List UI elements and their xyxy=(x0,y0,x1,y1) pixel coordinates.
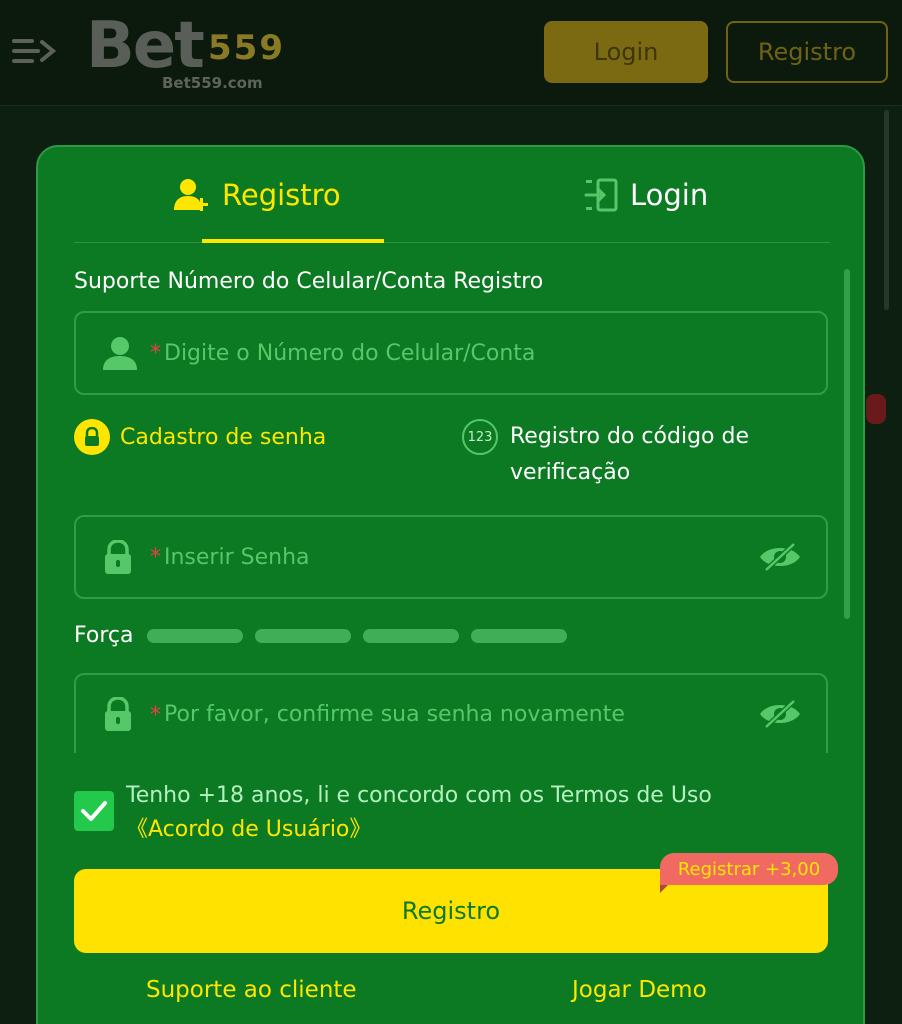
user-icon xyxy=(103,337,137,370)
code-123-icon: 123 xyxy=(462,419,498,455)
play-demo-link[interactable]: Jogar Demo xyxy=(572,977,707,1003)
register-modal: Registro Login Suporte Número do Celular… xyxy=(36,145,865,1024)
strength-bar-3 xyxy=(363,628,460,643)
strength-bar-2 xyxy=(255,628,352,643)
section-label: Suporte Número do Celular/Conta Registro xyxy=(74,269,544,294)
menu-icon[interactable] xyxy=(12,34,56,68)
user-add-icon xyxy=(174,179,208,211)
bonus-badge: Registrar +3,00 xyxy=(660,853,838,893)
required-mark: * xyxy=(150,545,161,570)
header-login-button[interactable]: Login xyxy=(544,21,708,83)
site-logo[interactable]: Bet 559 Bet559.com xyxy=(86,10,326,94)
checkmark-icon xyxy=(81,801,107,821)
strength-bar-4 xyxy=(471,628,568,643)
strength-label: Força xyxy=(74,623,134,648)
user-agreement-link[interactable]: 《Acordo de Usuário》 xyxy=(126,813,371,847)
password-field[interactable]: * Inserir Senha xyxy=(74,515,828,599)
tab-register[interactable]: Registro xyxy=(174,147,341,243)
terms-checkbox[interactable] xyxy=(74,791,114,831)
logo-domain: Bet559.com xyxy=(162,74,263,92)
modal-scrollbar[interactable] xyxy=(844,269,850,619)
lock-circle-icon xyxy=(74,419,110,455)
mode-password-label: Cadastro de senha xyxy=(120,424,327,450)
eye-off-icon[interactable] xyxy=(758,699,802,729)
terms-text: Tenho +18 anos, li e concordo com os Ter… xyxy=(126,783,712,808)
confirm-password-field[interactable]: * Por favor, confirme sua senha novament… xyxy=(74,673,828,753)
account-field[interactable]: * Digite o Número do Celular/Conta xyxy=(74,311,828,395)
password-placeholder: Inserir Senha xyxy=(164,544,310,570)
strength-bar-1 xyxy=(147,628,244,643)
tab-login-label: Login xyxy=(630,178,709,212)
mode-code-label: Registro do código de verificação xyxy=(510,424,749,485)
tab-register-label: Registro xyxy=(222,178,341,212)
required-mark: * xyxy=(150,703,161,728)
logo-digits: 559 xyxy=(208,28,285,68)
login-door-icon xyxy=(584,178,618,212)
header-register-button[interactable]: Registro xyxy=(726,21,888,83)
auth-tabs: Registro Login xyxy=(74,147,830,243)
background-scrollbar xyxy=(884,110,889,310)
customer-support-link[interactable]: Suporte ao cliente xyxy=(146,977,357,1003)
eye-off-icon[interactable] xyxy=(758,542,802,572)
account-placeholder: Digite o Número do Celular/Conta xyxy=(164,340,536,366)
password-strength: Força xyxy=(74,623,568,648)
mode-password-option[interactable]: Cadastro de senha xyxy=(74,419,326,455)
mode-code-option[interactable]: 123 Registro do código de verificação xyxy=(462,419,749,485)
logo-text: Bet xyxy=(86,9,205,83)
top-bar: Bet 559 Bet559.com Login Registro xyxy=(0,0,902,106)
confirm-placeholder: Por favor, confirme sua senha novamente xyxy=(164,701,625,727)
lock-icon xyxy=(105,697,131,731)
background-decoration xyxy=(866,394,886,424)
tab-login[interactable]: Login xyxy=(584,147,708,243)
required-mark: * xyxy=(150,341,161,366)
lock-icon xyxy=(105,540,131,574)
active-tab-indicator xyxy=(202,239,384,243)
